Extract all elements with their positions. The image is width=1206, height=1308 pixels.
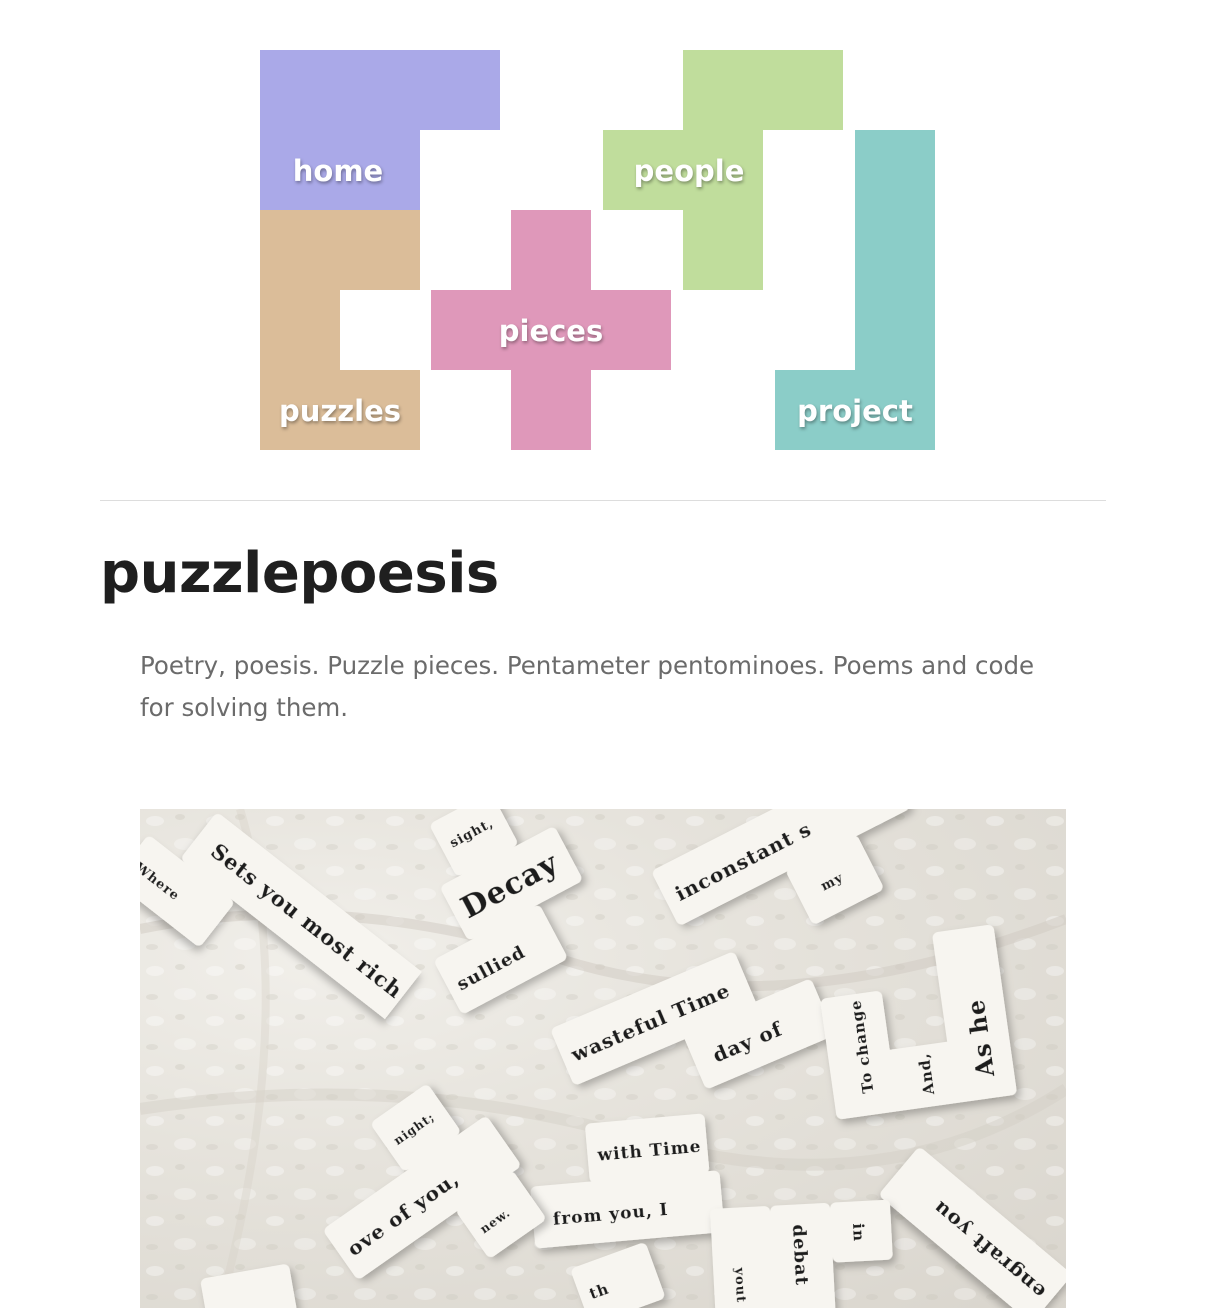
- photo-illustration: Sets you most rich Where sight, Decay su…: [140, 809, 1066, 1308]
- project-cell: [855, 130, 935, 210]
- nav-link-home[interactable]: home: [258, 151, 418, 191]
- pieces-cell: [511, 210, 591, 290]
- nav-link-pieces[interactable]: pieces: [471, 311, 631, 351]
- puzzles-cell: [340, 210, 420, 290]
- site-title: puzzlepoesis: [100, 541, 499, 606]
- tile-word: debat: [788, 1224, 812, 1287]
- header-divider: [100, 500, 1106, 501]
- home-cell: [420, 50, 500, 130]
- nav-link-people[interactable]: people: [609, 151, 769, 191]
- tile-word: yout: [731, 1266, 748, 1303]
- people-cell: [683, 50, 763, 130]
- pentomino-nav: home people pieces puzzles project: [0, 0, 1206, 460]
- puzzle-pieces-photo: Sets you most rich Where sight, Decay su…: [140, 809, 1066, 1308]
- pieces-cell: [511, 370, 591, 450]
- site-tagline: Poetry, poesis. Puzzle pieces. Pentamete…: [140, 651, 1035, 722]
- nav-link-puzzles[interactable]: puzzles: [260, 391, 420, 431]
- puzzles-cell: [260, 210, 340, 290]
- project-cell: [855, 290, 935, 370]
- home-cell: [260, 50, 340, 130]
- nav-link-project[interactable]: project: [775, 391, 935, 431]
- people-cell: [683, 210, 763, 290]
- people-cell: [763, 50, 843, 130]
- page: home people pieces puzzles project puzzl…: [0, 0, 1206, 1308]
- tile-word: in: [849, 1223, 868, 1243]
- home-cell: [340, 50, 420, 130]
- project-cell: [855, 210, 935, 290]
- puzzles-cell: [260, 290, 340, 370]
